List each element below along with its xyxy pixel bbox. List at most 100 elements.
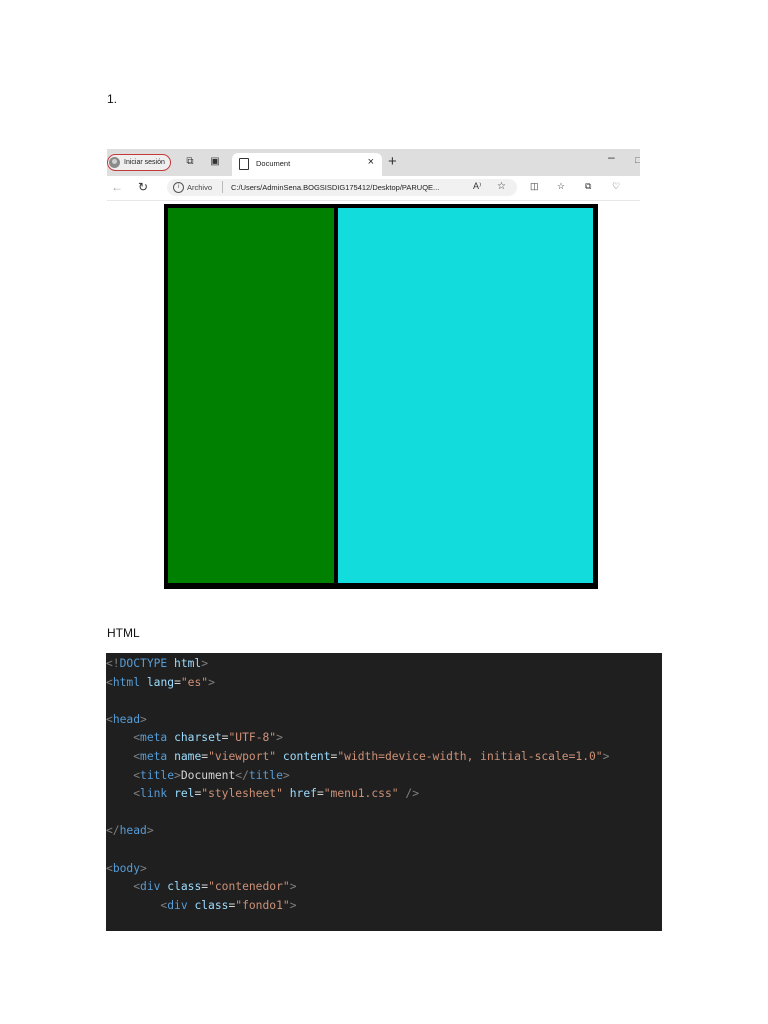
code-token: > bbox=[289, 898, 297, 912]
code-token: < bbox=[133, 750, 141, 763]
code-token: head bbox=[112, 712, 141, 726]
code-token: charset bbox=[174, 731, 222, 745]
list-number: 1. bbox=[107, 92, 118, 106]
code-line: <div class="fondo1"> bbox=[106, 897, 297, 915]
code-token: rel bbox=[174, 787, 195, 801]
url-field[interactable]: i Archivo C:/Users/AdminSena.BOGSISDIG17… bbox=[167, 179, 517, 196]
code-token: > bbox=[282, 768, 290, 782]
new-tab-icon[interactable]: + bbox=[388, 153, 397, 170]
url-text: C:/Users/AdminSena.BOGSISDIG175412/Deskt… bbox=[231, 183, 440, 192]
code-token: lang bbox=[146, 675, 175, 689]
back-icon[interactable]: ← bbox=[111, 180, 123, 194]
code-token: > bbox=[208, 675, 215, 689]
code-token: meta bbox=[140, 731, 168, 745]
favorite-star-icon[interactable]: ☆ bbox=[497, 181, 506, 192]
code-token: > bbox=[602, 750, 610, 763]
code-token: < bbox=[133, 787, 141, 801]
close-tab-icon[interactable]: × bbox=[368, 156, 374, 168]
code-token: < bbox=[106, 861, 113, 875]
refresh-icon[interactable]: ↻ bbox=[138, 180, 148, 194]
collections-icon[interactable]: ⧉ bbox=[585, 181, 591, 192]
code-line: <link rel="stylesheet" href="menu1.css" … bbox=[106, 785, 419, 803]
code-token: class bbox=[167, 880, 202, 894]
code-token: content bbox=[282, 750, 331, 763]
code-token: title bbox=[248, 768, 283, 782]
code-token: = bbox=[174, 675, 181, 689]
favorites-icon[interactable]: ☆ bbox=[557, 181, 565, 192]
code-line: <body> bbox=[106, 860, 147, 878]
code-token: href bbox=[289, 787, 317, 801]
code-line: <div class="contenedor"> bbox=[106, 878, 296, 896]
code-token: "es" bbox=[180, 675, 209, 689]
code-token: > bbox=[146, 824, 154, 838]
read-aloud-icon[interactable]: A⁾ bbox=[473, 181, 481, 192]
address-bar: ← ↻ i Archivo C:/Users/AdminSena.BOGSISD… bbox=[107, 176, 640, 201]
code-token: < bbox=[133, 880, 141, 894]
code-token: div bbox=[140, 880, 161, 894]
code-token: Document bbox=[180, 768, 236, 782]
code-token: title bbox=[140, 768, 175, 782]
url-separator bbox=[222, 181, 223, 193]
signin-button[interactable]: Iniciar sesión bbox=[107, 154, 171, 171]
url-scheme: Archivo bbox=[187, 183, 213, 192]
code-token: html bbox=[112, 675, 141, 689]
code-token: class bbox=[194, 898, 229, 912]
code-token: < bbox=[106, 712, 113, 726]
workspaces-icon[interactable]: ⧉ bbox=[184, 156, 196, 168]
tab-actions-icon[interactable]: ▣ bbox=[209, 156, 221, 168]
split-screen-icon[interactable]: ◫ bbox=[530, 181, 539, 192]
code-token: > bbox=[140, 861, 147, 875]
code-token: <! bbox=[106, 657, 120, 670]
code-token: > bbox=[174, 768, 181, 782]
code-token: "menu1.css" bbox=[323, 787, 399, 801]
code-token: div bbox=[167, 898, 188, 912]
code-line: <!DOCTYPE html> bbox=[106, 655, 208, 673]
tab-title: Document bbox=[256, 159, 291, 168]
code-token: "UTF-8" bbox=[228, 731, 277, 745]
code-token: body bbox=[112, 861, 141, 875]
browser-essentials-icon[interactable]: ♡ bbox=[612, 181, 620, 192]
avatar-icon bbox=[109, 157, 120, 168]
contenedor-box bbox=[164, 204, 598, 589]
code-line: <title>Document</title> bbox=[106, 767, 290, 785]
code-token: "width=device-width, initial-scale=1.0" bbox=[337, 750, 603, 763]
restore-icon[interactable]: □ bbox=[635, 155, 640, 165]
code-token: </ bbox=[106, 824, 120, 838]
cyan-panel bbox=[338, 208, 593, 583]
code-token: name bbox=[174, 750, 202, 763]
code-line: <html lang="es"> bbox=[106, 674, 215, 692]
code-line: </head> bbox=[106, 822, 154, 840]
tab-document[interactable]: Document × bbox=[232, 153, 382, 176]
code-token: = bbox=[316, 787, 324, 801]
code-token: "viewport" bbox=[208, 750, 277, 763]
green-panel bbox=[168, 208, 334, 583]
code-line: <head> bbox=[106, 711, 147, 729]
code-token: "contenedor" bbox=[208, 880, 290, 894]
code-token: link bbox=[140, 787, 168, 801]
code-line: <meta name="viewport" content="width=dev… bbox=[106, 748, 609, 766]
minimize-icon[interactable]: – bbox=[608, 150, 615, 164]
code-block: <!DOCTYPE html> <html lang="es"> <head> <m… bbox=[106, 653, 662, 931]
code-token: > bbox=[201, 657, 209, 670]
code-token: > bbox=[276, 731, 283, 745]
code-token: /> bbox=[405, 787, 419, 801]
code-token: < bbox=[106, 675, 113, 689]
page-viewport bbox=[107, 201, 640, 591]
tab-bar: Iniciar sesión ⧉ ▣ Document × + – □ bbox=[107, 149, 640, 176]
signin-label: Iniciar sesión bbox=[124, 159, 165, 166]
code-token: < bbox=[133, 731, 141, 745]
info-icon[interactable]: i bbox=[173, 182, 184, 193]
code-token: meta bbox=[140, 750, 168, 763]
code-token: head bbox=[119, 824, 147, 838]
code-line: <meta charset="UTF-8"> bbox=[106, 729, 283, 747]
